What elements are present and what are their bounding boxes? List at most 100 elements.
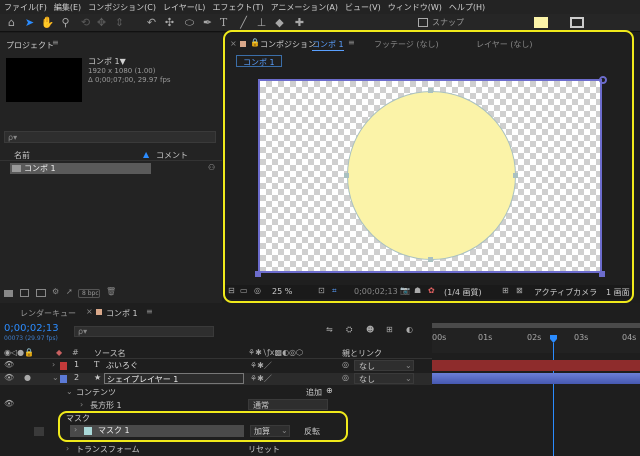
column-name[interactable]: 名前 — [14, 150, 30, 161]
frame-blending-icon[interactable]: ⊞ — [386, 325, 393, 334]
draft-3d-icon[interactable]: ⛭ — [346, 325, 352, 335]
layer-row-2[interactable]: 👁 ● ⌄ 2 ★ シェイプレイヤー 1 ⚘✱／ ◎ なし ⌄ — [0, 373, 432, 385]
column-comment[interactable]: コメント — [156, 150, 188, 161]
layer-switches[interactable]: ⚘✱／ — [250, 360, 272, 371]
contents-group[interactable]: コンテンツ — [76, 387, 116, 398]
switches-icons[interactable]: ⚘✱∖ƒx▩◐◎⬡ — [248, 348, 303, 357]
menu-view[interactable]: ビュー(V) — [345, 2, 381, 13]
timeline-search-input[interactable]: ρ▾ — [74, 326, 214, 337]
menu-effect[interactable]: エフェクト(T) — [212, 2, 263, 13]
layer-row-1[interactable]: 👁 › 1 T ぶいろぐ ⚘✱／ ◎ なし ⌄ — [0, 360, 432, 372]
current-timecode[interactable]: 0;00;02;13 — [4, 323, 59, 334]
panel-menu-icon[interactable]: ≡ — [52, 38, 59, 47]
layer-label-color[interactable] — [60, 362, 67, 370]
expand-arrow-icon[interactable]: › — [52, 360, 55, 369]
tab-timeline-comp[interactable]: コンポ 1 — [106, 308, 138, 319]
menu-animation[interactable]: アニメーション(A) — [271, 2, 338, 13]
pickwhip-icon[interactable]: ◎ — [342, 373, 349, 382]
work-area-bar[interactable] — [432, 323, 640, 328]
comp-info-name[interactable]: コンポ 1▼ — [88, 56, 126, 67]
project-panel-title[interactable]: プロジェクト — [6, 40, 54, 51]
tab-render-queue[interactable]: レンダーキュー — [20, 308, 76, 319]
orbit-icon[interactable]: ⟲ — [78, 15, 93, 30]
reset-link[interactable]: リセット — [248, 444, 280, 455]
tab-menu-icon[interactable]: ≡ — [146, 307, 153, 316]
search-icon: ρ▾ — [78, 327, 88, 336]
eraser-icon[interactable]: ◆ — [272, 15, 287, 30]
interpret-footage-icon[interactable] — [4, 290, 13, 297]
av-switches-icons[interactable]: ◉◁●🔒 — [4, 348, 34, 357]
settings-icon[interactable]: ⚙ — [52, 287, 59, 296]
comp-thumbnail — [6, 58, 82, 102]
mask-toggle[interactable] — [34, 427, 44, 436]
ruler-tick-4: 04s — [622, 333, 637, 342]
comp-info-size: 1920 x 1080 (1.00) — [88, 67, 156, 75]
home-icon[interactable]: ⌂ — [4, 15, 19, 30]
bit-depth-button[interactable]: 8 bpc — [78, 289, 100, 298]
label-icon[interactable]: ◆ — [56, 348, 62, 357]
column-parent[interactable]: 親とリンク — [342, 348, 382, 359]
layer-2-duration-bar[interactable] — [432, 373, 640, 384]
composition-mini-flowchart-icon[interactable]: ⇋ — [326, 325, 333, 334]
fill-color-swatch[interactable] — [534, 17, 548, 28]
menu-composition[interactable]: コンポジション(C) — [88, 2, 156, 13]
layer-name[interactable]: ぶいろぐ — [106, 360, 138, 371]
snap-label: スナップ — [432, 18, 464, 27]
contents-visibility-icon[interactable]: 👁 — [4, 399, 14, 408]
menu-window[interactable]: ウィンドウ(W) — [388, 2, 442, 13]
parent-dropdown[interactable]: なし ⌄ — [354, 373, 414, 384]
menu-edit[interactable]: 編集(E) — [54, 2, 81, 13]
add-button[interactable]: 追加 — [306, 387, 322, 398]
expand-arrow-icon[interactable]: ⌄ — [52, 373, 59, 382]
layer-name-box[interactable]: シェイプレイヤー 1 — [104, 373, 244, 384]
transform-group[interactable]: トランスフォーム — [76, 444, 140, 455]
menu-layer[interactable]: レイヤー(L) — [163, 2, 205, 13]
new-composition-icon[interactable] — [36, 289, 46, 297]
rectangle-group[interactable]: 長方形 1 — [90, 400, 122, 411]
pen-icon[interactable]: ✒ — [200, 15, 215, 30]
hand-icon[interactable]: ✋ — [40, 15, 55, 30]
add-circle-icon[interactable]: ⊕ — [326, 386, 333, 395]
close-tab-icon[interactable]: × — [86, 307, 93, 316]
sort-arrow-icon[interactable]: ▲ — [143, 150, 149, 159]
ruler-tick-0: 00s — [432, 333, 447, 342]
layer-1-duration-bar[interactable] — [432, 360, 640, 371]
shy-icon[interactable]: ☻ — [366, 325, 374, 334]
layer-label-color[interactable] — [60, 375, 67, 383]
flowchart-icon[interactable]: ⚇ — [208, 163, 215, 172]
pan-icon[interactable]: ✥ — [94, 15, 109, 30]
render-icon[interactable]: ➚ — [66, 287, 73, 296]
parent-dropdown[interactable]: なし ⌄ — [354, 360, 414, 371]
column-source-name[interactable]: ソース名 — [94, 348, 126, 359]
blend-mode-dropdown[interactable]: 通常 — [248, 399, 328, 410]
visibility-eye-icon[interactable]: 👁 — [4, 373, 14, 382]
puppet-icon[interactable]: ✚ — [292, 15, 307, 30]
ellipse-icon[interactable]: ⬭ — [182, 15, 197, 30]
pickwhip-icon[interactable]: ◎ — [342, 360, 349, 369]
menu-help[interactable]: ヘルプ(H) — [449, 2, 485, 13]
brush-icon[interactable]: ╱ — [236, 15, 251, 30]
clone-stamp-icon[interactable]: ⊥ — [254, 15, 269, 30]
menu-file[interactable]: ファイル(F) — [4, 2, 47, 13]
dolly-icon[interactable]: ⇕ — [112, 15, 127, 30]
layer-switches[interactable]: ⚘✱／ — [250, 373, 272, 384]
project-item-comp[interactable]: コンポ 1 — [10, 163, 151, 174]
anchor-icon[interactable]: ✣ — [162, 15, 177, 30]
trash-icon[interactable]: 🗑 — [106, 287, 116, 296]
time-ruler[interactable]: 00s 01s 02s 03s 04s — [432, 323, 640, 353]
motion-blur-icon[interactable]: ◐ — [406, 325, 413, 334]
expand-arrow-icon[interactable]: › — [66, 444, 69, 453]
project-search-input[interactable]: ρ▾ — [4, 131, 216, 143]
visibility-eye-icon[interactable]: 👁 — [4, 360, 14, 369]
type-icon[interactable]: T — [216, 15, 231, 30]
comp-info-duration: Δ 0;00;07;00, 29.97 fps — [88, 76, 171, 84]
expand-arrow-icon[interactable]: › — [80, 400, 83, 409]
snap-checkbox[interactable] — [418, 18, 428, 27]
rotate-icon[interactable]: ↶ — [144, 15, 159, 30]
new-folder-icon[interactable] — [20, 289, 29, 297]
expand-arrow-icon[interactable]: ⌄ — [66, 387, 73, 396]
selection-arrow-icon[interactable]: ➤ — [22, 15, 37, 30]
zoom-icon[interactable]: ⚲ — [58, 15, 73, 30]
solo-icon[interactable]: ● — [24, 373, 31, 382]
stroke-color-swatch[interactable] — [570, 17, 584, 28]
